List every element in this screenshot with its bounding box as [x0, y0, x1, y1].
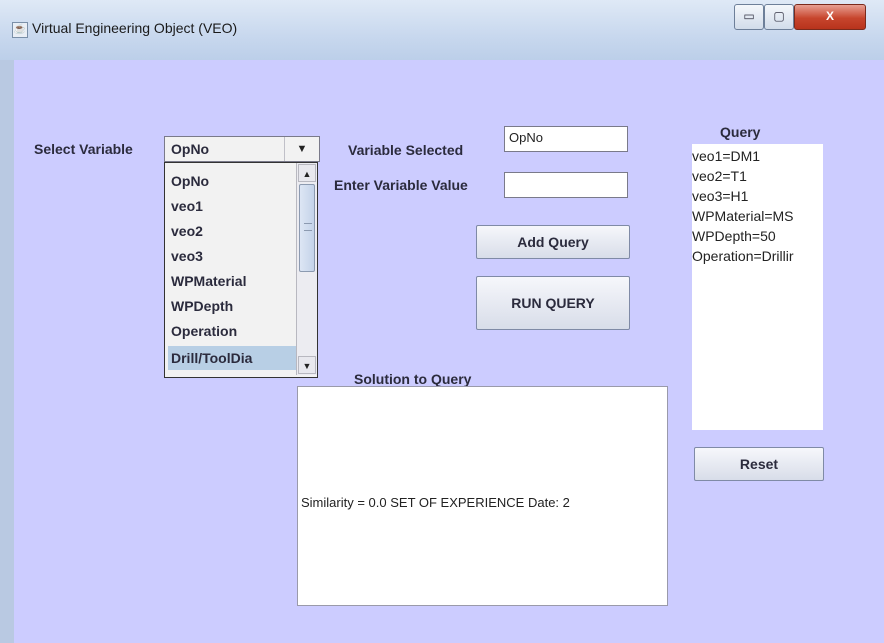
dropdown-option[interactable]: veo1 [168, 194, 298, 218]
select-variable-label: Select Variable [34, 141, 133, 157]
dropdown-option[interactable]: veo3 [168, 244, 298, 268]
chevron-down-icon[interactable]: ▼ [284, 137, 319, 161]
dropdown-option[interactable]: WPMaterial [168, 269, 298, 293]
query-list[interactable]: veo1=DM1 veo2=T1 veo3=H1 WPMaterial=MS W… [692, 144, 823, 430]
variable-selected-label: Variable Selected [348, 142, 464, 158]
dropdown-option-highlighted[interactable]: Drill/ToolDia [168, 346, 298, 370]
close-button[interactable]: X [794, 4, 866, 30]
variable-selected-value: OpNo [509, 130, 543, 145]
scrollbar-thumb[interactable] [299, 184, 315, 272]
dropdown-option[interactable]: veo2 [168, 219, 298, 243]
query-title: Query [720, 124, 761, 140]
dropdown-option[interactable]: WPDepth [168, 294, 298, 318]
variable-selected-field[interactable]: OpNo [504, 126, 628, 152]
variable-value-input[interactable] [504, 172, 628, 198]
solution-title: Solution to Query [354, 371, 472, 387]
scroll-down-arrow-icon[interactable]: ▼ [298, 356, 316, 374]
title-bar: ☕ Virtual Engineering Object (VEO) ▭ ▢ X [0, 0, 884, 60]
query-line: Operation=Drillir [692, 248, 794, 264]
run-query-button[interactable]: RUN QUERY [476, 276, 630, 330]
variable-dropdown-list[interactable]: OpNo veo1 veo2 veo3 WPMaterial WPDepth O… [164, 162, 318, 378]
dropdown-scrollbar[interactable]: ▲ ▼ [296, 163, 317, 375]
query-line: veo2=T1 [692, 168, 747, 184]
grip-icon [304, 223, 312, 231]
reset-button[interactable]: Reset [694, 447, 824, 481]
window-title: Virtual Engineering Object (VEO) [32, 20, 238, 36]
scroll-up-arrow-icon[interactable]: ▲ [298, 164, 316, 182]
add-query-button[interactable]: Add Query [476, 225, 630, 259]
variable-combobox[interactable]: OpNo ▼ [164, 136, 320, 162]
query-line: WPDepth=50 [692, 228, 776, 244]
enter-variable-value-label: Enter Variable Value [334, 177, 468, 193]
java-cup-icon: ☕ [12, 22, 28, 38]
dropdown-option[interactable]: OpNo [168, 169, 298, 193]
minimize-button[interactable]: ▭ [734, 4, 764, 30]
maximize-button[interactable]: ▢ [764, 4, 794, 30]
combobox-selected-value: OpNo [171, 141, 210, 157]
solution-text: Similarity = 0.0 SET OF EXPERIENCE Date:… [301, 495, 570, 510]
query-line: veo3=H1 [692, 188, 749, 204]
solution-output-area[interactable]: Similarity = 0.0 SET OF EXPERIENCE Date:… [297, 386, 668, 606]
dropdown-option[interactable]: Operation [168, 319, 298, 343]
query-line: veo1=DM1 [692, 148, 761, 164]
query-line: WPMaterial=MS [692, 208, 794, 224]
